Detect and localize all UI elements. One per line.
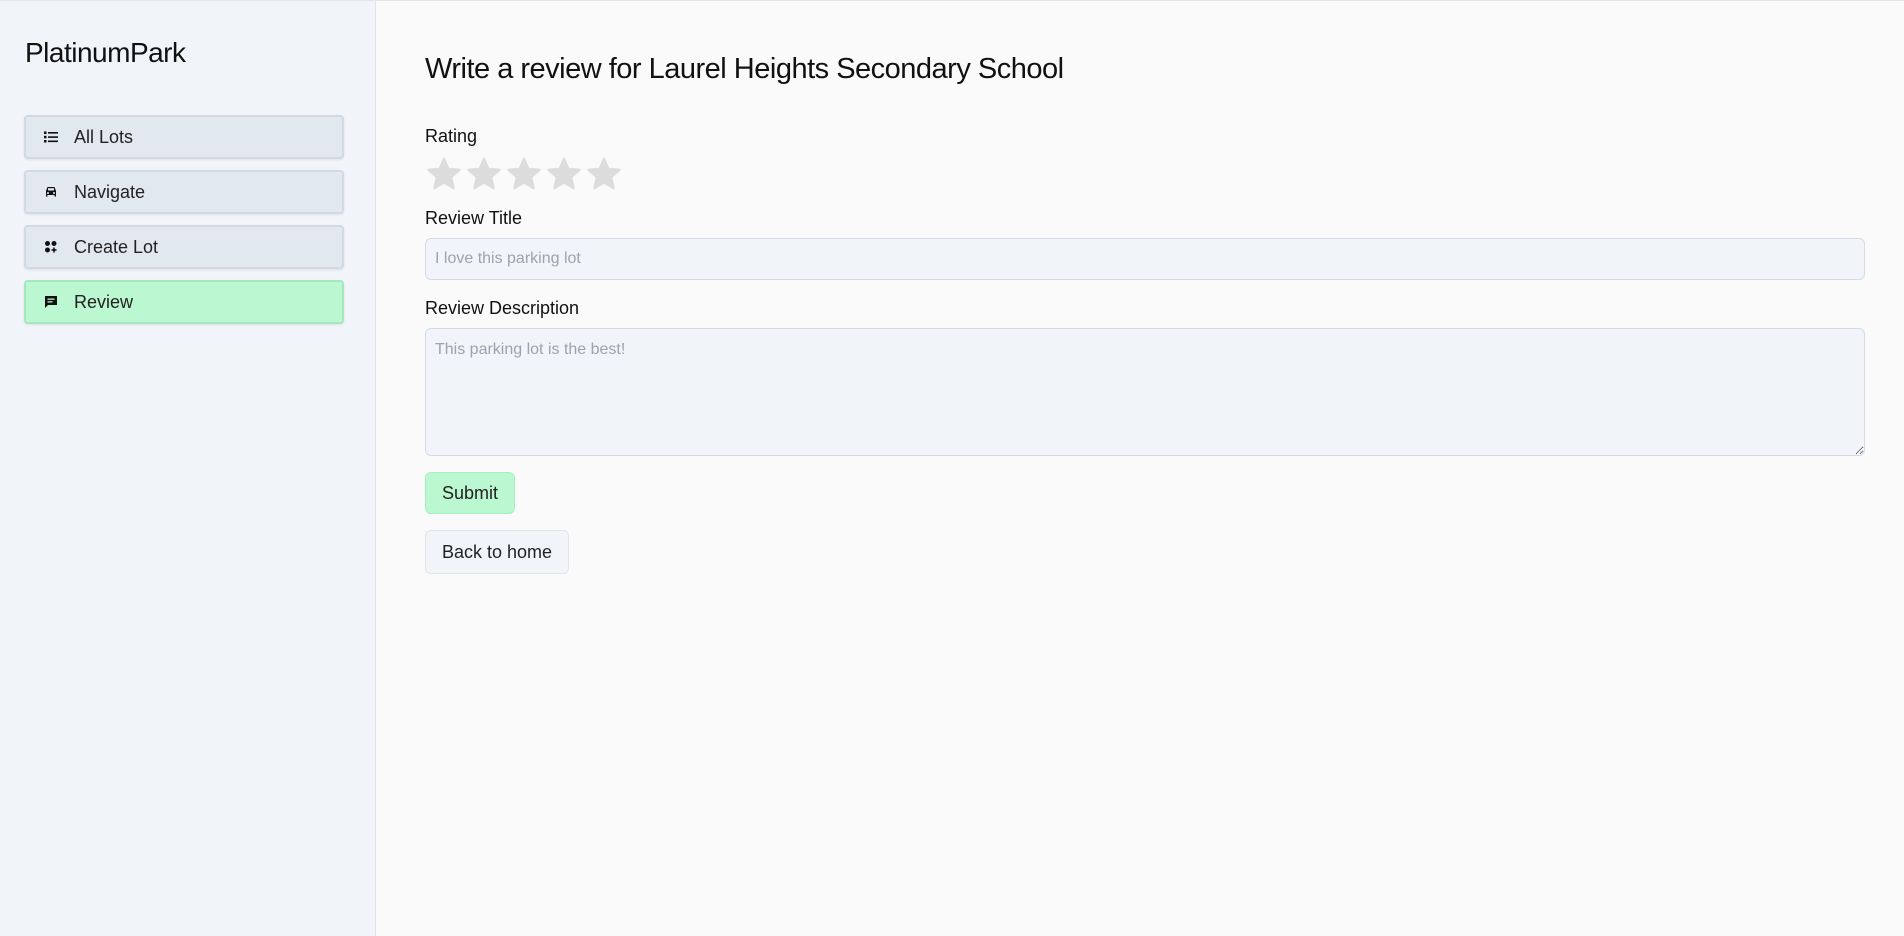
sidebar: PlatinumPark All Lots Navigate Create Lo… xyxy=(0,1,376,936)
star-icon[interactable] xyxy=(586,156,622,192)
back-to-home-button[interactable]: Back to home xyxy=(425,530,570,574)
chat-icon xyxy=(43,294,59,310)
review-description-label: Review Description xyxy=(425,298,580,318)
star-icon[interactable] xyxy=(506,156,542,192)
sidebar-item-review[interactable]: Review xyxy=(24,280,344,324)
list-icon xyxy=(43,129,59,145)
review-title-label: Review Title xyxy=(425,208,523,228)
app-root: PlatinumPark All Lots Navigate Create Lo… xyxy=(0,0,1904,936)
grid-plus-icon xyxy=(43,239,59,255)
star-icon[interactable] xyxy=(546,156,582,192)
review-title-input[interactable] xyxy=(425,238,1865,280)
star-icon[interactable] xyxy=(466,156,502,192)
car-icon xyxy=(43,184,59,200)
star-icon[interactable] xyxy=(426,156,462,192)
sidebar-nav: All Lots Navigate Create Lot Review xyxy=(24,115,344,335)
sidebar-item-navigate[interactable]: Navigate xyxy=(24,170,344,214)
rating-stars xyxy=(426,156,622,192)
sidebar-item-label: Navigate xyxy=(74,181,146,202)
sidebar-item-create-lot[interactable]: Create Lot xyxy=(24,225,344,269)
sidebar-item-label: All Lots xyxy=(74,126,134,147)
sidebar-item-label: Review xyxy=(74,291,134,312)
submit-button[interactable]: Submit xyxy=(425,472,516,514)
rating-label: Rating xyxy=(425,126,478,146)
review-description-input[interactable] xyxy=(425,328,1865,456)
sidebar-item-label: Create Lot xyxy=(74,236,159,257)
brand-logo[interactable]: PlatinumPark xyxy=(25,37,186,69)
sidebar-item-all-lots[interactable]: All Lots xyxy=(24,115,344,159)
page-title: Write a review for Laurel Heights Second… xyxy=(425,53,1064,85)
